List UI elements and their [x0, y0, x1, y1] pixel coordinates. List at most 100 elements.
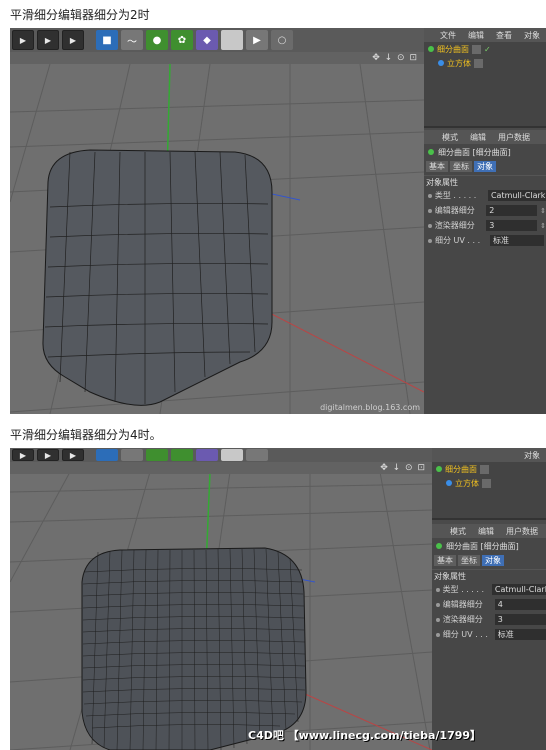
subdivision-surface-icon [436, 543, 442, 549]
renderer-subdivision-input[interactable]: 3 [486, 220, 538, 231]
viewport-nav-icons[interactable]: ✥ ↓ ⊙ ⊡ [380, 463, 426, 473]
attribute-manager: 模式 编辑 用户数据 细分曲面 [细分曲面] 基本 坐标 对象 对象属性 类型 … [432, 524, 546, 750]
menu-user-data[interactable]: 用户数据 [498, 132, 530, 143]
camera-icon[interactable]: ▶ [246, 30, 268, 50]
menu-mode[interactable]: 模式 [450, 526, 466, 537]
viewport-canvas [10, 462, 432, 750]
screenshot-subdiv-4: ✥ ↓ ⊙ ⊡ 对象 细分曲面 立方体 模式 编辑 用户数据 [10, 448, 546, 750]
subdivision-surface-icon [428, 149, 434, 155]
prop-type: 类型 . . . . . Catmull-Clark [432, 582, 546, 597]
prop-editor-subdivision: 编辑器细分 2 ⇕ [424, 203, 546, 218]
floor-icon[interactable] [221, 449, 243, 461]
object-row-cube[interactable]: 立方体 [432, 476, 546, 490]
render-view-icon[interactable] [12, 30, 34, 50]
attribute-manager-menu: 模式 编辑 用户数据 [424, 130, 546, 144]
perspective-viewport[interactable]: ✥ ↓ ⊙ ⊡ [10, 462, 432, 750]
type-dropdown[interactable]: Catmull-Clark [491, 584, 546, 595]
tab-object[interactable]: 对象 [482, 555, 504, 566]
object-manager-menu: 文件 编辑 查看 对象 [424, 28, 546, 42]
tab-basic[interactable]: 基本 [426, 161, 448, 172]
viewport-nav-icons[interactable]: ✥ ↓ ⊙ ⊡ [372, 53, 418, 63]
render-settings-icon[interactable] [62, 449, 84, 461]
cube-icon[interactable]: ■ [96, 30, 118, 50]
editor-subdivision-input[interactable]: 4 [494, 599, 546, 610]
prop-renderer-subdivision: 渲染器细分 3 [432, 612, 546, 627]
menu-edit[interactable]: 编辑 [468, 30, 484, 41]
uv-dropdown[interactable]: 标准 [494, 629, 546, 640]
layer-chip[interactable] [474, 58, 483, 68]
right-panel: 对象 细分曲面 立方体 模式 编辑 用户数据 细分曲面 [细分曲面] 基本 坐标… [432, 448, 546, 750]
prop-subdivide-uv: 细分 UV . . . 标准 [424, 233, 546, 248]
layer-chip[interactable] [472, 44, 481, 54]
section-title: 对象属性 [424, 175, 546, 188]
tab-coordinates[interactable]: 坐标 [450, 161, 472, 172]
render-picture-viewer-icon[interactable] [37, 449, 59, 461]
deformer-icon[interactable]: ◆ [196, 30, 218, 50]
perspective-viewport[interactable]: ✥ ↓ ⊙ ⊡ digitalmen.blog.163.com [10, 52, 424, 414]
cube-icon [438, 60, 444, 66]
attribute-title: 细分曲面 [细分曲面] [432, 538, 546, 554]
right-panel: 文件 编辑 查看 对象 细分曲面 ✓ 立方体 模式 编辑 用户数据 细分曲面 [… [424, 28, 546, 414]
object-name: 细分曲面 [445, 464, 477, 474]
menu-user-data[interactable]: 用户数据 [506, 526, 538, 537]
attribute-manager: 模式 编辑 用户数据 细分曲面 [细分曲面] 基本 坐标 对象 对象属性 类型 … [424, 130, 546, 414]
menu-view[interactable]: 查看 [496, 30, 512, 41]
forum-watermark: C4D吧 【www.linecg.com/tieba/1799】 [248, 729, 482, 742]
stepper-icon[interactable]: ⇕ [540, 222, 546, 230]
renderer-subdivision-input[interactable]: 3 [494, 614, 546, 625]
spline-icon[interactable] [121, 449, 143, 461]
subdivision-surface-icon [428, 46, 434, 52]
object-manager: 对象 细分曲面 立方体 [432, 448, 546, 520]
attribute-tabs: 基本 坐标 对象 [424, 160, 546, 173]
attribute-tabs: 基本 坐标 对象 [432, 554, 546, 567]
object-name: 立方体 [455, 478, 479, 488]
viewport-canvas [10, 52, 424, 414]
cube-icon [446, 480, 452, 486]
screenshot-subdiv-2: ■ 〜 ● ✿ ◆ ▶ ○ [10, 28, 546, 414]
layer-chip[interactable] [480, 464, 489, 474]
stepper-icon[interactable]: ⇕ [540, 207, 546, 215]
render-picture-viewer-icon[interactable] [37, 30, 59, 50]
enabled-check-icon[interactable]: ✓ [484, 45, 491, 54]
object-name: 立方体 [447, 58, 471, 68]
tab-object[interactable]: 对象 [474, 161, 496, 172]
tab-basic[interactable]: 基本 [434, 555, 456, 566]
generator-icon[interactable]: ✿ [171, 30, 193, 50]
menu-edit[interactable]: 编辑 [470, 132, 486, 143]
subdivided-cube-4[interactable] [81, 547, 307, 750]
prop-type: 类型 . . . . . Catmull-Clark [424, 188, 546, 203]
object-name: 细分曲面 [437, 44, 469, 54]
layer-chip[interactable] [482, 478, 491, 488]
attribute-manager-menu: 模式 编辑 用户数据 [432, 524, 546, 538]
menu-mode[interactable]: 模式 [442, 132, 458, 143]
editor-subdivision-input[interactable]: 2 [486, 205, 538, 216]
generator-icon[interactable] [171, 449, 193, 461]
floor-icon[interactable] [221, 30, 243, 50]
attribute-title: 细分曲面 [细分曲面] [424, 144, 546, 160]
light-icon[interactable]: ○ [271, 30, 293, 50]
deformer-icon[interactable] [196, 449, 218, 461]
menu-object[interactable]: 对象 [524, 30, 540, 41]
tab-coordinates[interactable]: 坐标 [458, 555, 480, 566]
spline-icon[interactable]: 〜 [121, 30, 143, 50]
menu-file[interactable]: 文件 [440, 30, 456, 41]
main-toolbar [10, 448, 432, 462]
render-settings-icon[interactable] [62, 30, 84, 50]
type-dropdown[interactable]: Catmull-Clark [487, 190, 546, 201]
object-manager: 文件 编辑 查看 对象 细分曲面 ✓ 立方体 [424, 28, 546, 128]
uv-dropdown[interactable]: 标准 [490, 235, 544, 246]
menu-object[interactable]: 对象 [524, 450, 540, 461]
object-row-cube[interactable]: 立方体 [424, 56, 546, 70]
render-view-icon[interactable] [12, 449, 34, 461]
prop-editor-subdivision: 编辑器细分 4 [432, 597, 546, 612]
caption-subdiv-2: 平滑细分编辑器细分为2时 [10, 8, 150, 22]
viewport-header [10, 52, 424, 64]
cube-icon[interactable] [96, 449, 118, 461]
object-row-subdivision[interactable]: 细分曲面 [432, 462, 546, 476]
camera-icon[interactable] [246, 449, 268, 461]
nurbs-icon[interactable] [146, 449, 168, 461]
menu-edit[interactable]: 编辑 [478, 526, 494, 537]
nurbs-icon[interactable]: ● [146, 30, 168, 50]
object-row-subdivision[interactable]: 细分曲面 ✓ [424, 42, 546, 56]
subdivision-surface-icon [436, 466, 442, 472]
